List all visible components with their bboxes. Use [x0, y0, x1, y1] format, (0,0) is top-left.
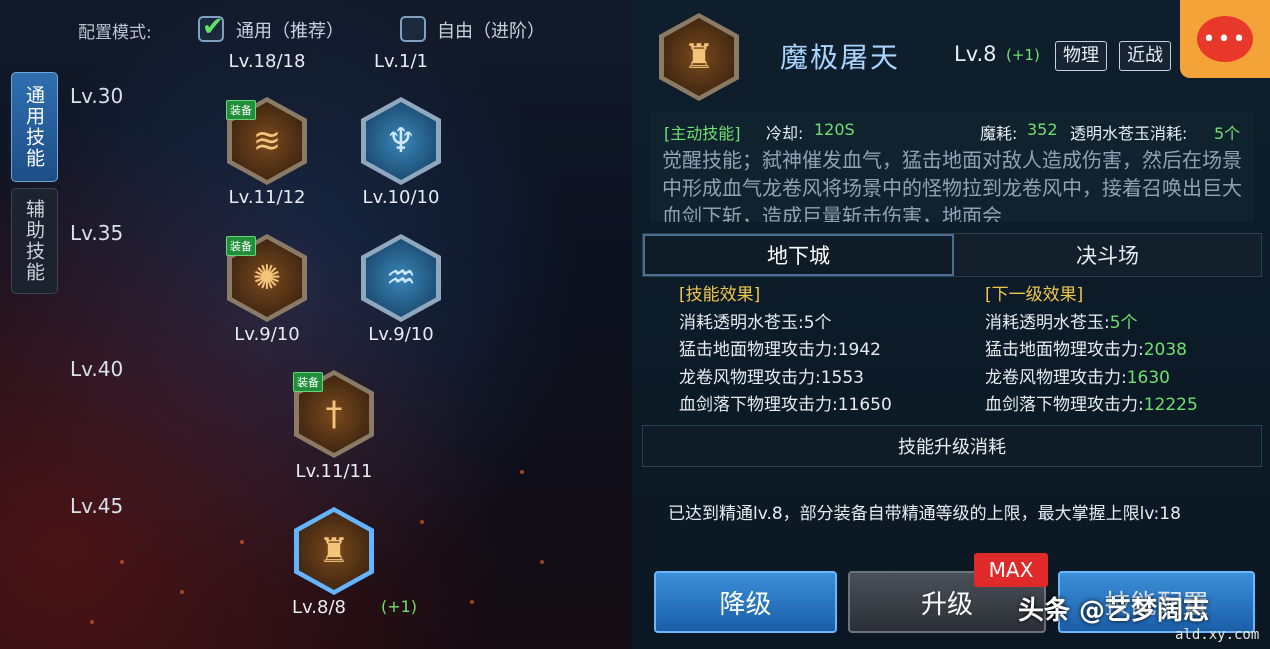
skill-name: 魔极屠天 [780, 41, 901, 74]
effect-line: 猛击地面物理攻击力:1942 [679, 340, 881, 360]
equipped-badge: 装备 [226, 236, 256, 256]
skill-level: Lv.8/8 [292, 597, 346, 618]
current-effects-title: [技能效果] [679, 285, 761, 305]
general-mode-checkbox[interactable]: ✔ [198, 12, 224, 42]
skill-level: Lv.11/12 [228, 187, 306, 208]
check-icon: ✔ [202, 12, 224, 42]
skill-level-top-2: Lv.1/1 [374, 51, 428, 72]
equipped-badge: 装备 [226, 100, 256, 120]
upgrade-button-label: 升级 [920, 589, 973, 620]
chat-button[interactable]: ••• [1180, 0, 1270, 78]
chat-bubble-icon: ••• [1197, 16, 1253, 62]
max-badge: MAX [974, 553, 1048, 587]
tree-row-label: Lv.40 [70, 357, 124, 381]
skill-level: Lv.9/10 [368, 324, 434, 345]
tab-support-skills-label: 辅助技能 [23, 199, 45, 283]
tag-physical: 物理 [1055, 41, 1107, 71]
tab-general-skills[interactable]: 通用技能 [11, 72, 58, 182]
skill-level-bonus: (+1) [1006, 46, 1040, 64]
free-mode-label[interactable]: 自由（进阶） [437, 17, 545, 43]
next-effects-title: [下一级效果] [985, 285, 1084, 305]
tab-dungeon[interactable]: 地下城 [643, 234, 954, 276]
mastery-notice: 已达到精通lv.8，部分装备自带精通等级的上限，最大掌握上限lv:18 [668, 504, 1181, 524]
equipped-badge: 装备 [293, 372, 323, 392]
wind-spiral-icon: ♒ [366, 239, 436, 317]
skill-level-bonus: (+1) [380, 597, 418, 616]
downgrade-button[interactable]: 降级 [654, 571, 837, 633]
tab-dungeon-label: 地下城 [767, 244, 830, 268]
watermark: 头条 @艺梦阔志 [1018, 596, 1210, 626]
tab-arena[interactable]: 决斗场 [954, 234, 1261, 276]
skill-description-box: [主动技能] 冷却: 120S 魔耗: 352 透明水苍玉消耗: 5个 觉醒技能… [650, 112, 1254, 222]
tree-row-label: Lv.35 [70, 221, 124, 245]
figure-aura-icon: ♆ [366, 102, 436, 180]
skill-type: [主动技能] [664, 124, 741, 143]
mp-label: 魔耗: [980, 124, 1018, 143]
watermark-url: ald.xy.com [1175, 627, 1260, 643]
tree-row-label: Lv.45 [70, 494, 124, 518]
skill-level: Lv.9/10 [234, 324, 300, 345]
skill-level-top-1: Lv.18/18 [228, 51, 306, 72]
cooldown-label: 冷却: [766, 124, 804, 143]
effect-line: 血剑落下物理攻击力:11650 [679, 395, 892, 415]
config-mode-label: 配置模式: [78, 23, 152, 43]
effect-line: 龙卷风物理攻击力:1553 [679, 367, 864, 388]
general-mode-label[interactable]: 通用（推荐） [236, 17, 344, 43]
skill-description: 觉醒技能；弑神催发血气，猛击地面对敌人造成伤害，然后在场景中形成血气龙卷风将场景… [662, 148, 1242, 222]
material-value: 5个 [1214, 124, 1241, 143]
effect-line: 消耗透明水苍玉:5个 [985, 312, 1138, 333]
tag-melee: 近战 [1119, 41, 1171, 71]
effect-line: 猛击地面物理攻击力:2038 [985, 340, 1187, 360]
mp-value: 352 [1027, 120, 1058, 139]
skill-level: Lv.11/11 [295, 461, 373, 482]
cooldown-value: 120S [814, 120, 855, 139]
free-mode-checkbox[interactable] [400, 16, 426, 42]
next-effects: [下一级效果] 消耗透明水苍玉:5个 猛击地面物理攻击力:2038 龙卷风物理攻… [985, 282, 1198, 420]
chained-figure-icon: ♜ [299, 512, 369, 590]
upgrade-cost-bar: 技能升级消耗 [642, 425, 1262, 467]
tree-row-label: Lv.30 [70, 84, 124, 108]
upgrade-cost-title: 技能升级消耗 [898, 437, 1006, 458]
tab-arena-label: 决斗场 [1076, 244, 1139, 268]
effect-line: 血剑落下物理攻击力:12225 [985, 395, 1198, 415]
tab-general-skills-label: 通用技能 [23, 85, 45, 169]
skill-level: Lv.10/10 [362, 187, 440, 208]
current-effects: [技能效果] 消耗透明水苍玉:5个 猛击地面物理攻击力:1942 龙卷风物理攻击… [679, 282, 892, 420]
effect-line: 龙卷风物理攻击力:1630 [985, 367, 1170, 388]
chained-figure-icon: ♜ [664, 18, 734, 96]
tab-support-skills[interactable]: 辅助技能 [11, 188, 58, 294]
downgrade-button-label: 降级 [719, 589, 772, 620]
skill-level-display: Lv.8 [954, 42, 997, 66]
effect-line: 消耗透明水苍玉:5个 [679, 312, 832, 333]
mode-tabs: 地下城 决斗场 [642, 233, 1262, 277]
material-label: 透明水苍玉消耗: [1070, 124, 1188, 143]
